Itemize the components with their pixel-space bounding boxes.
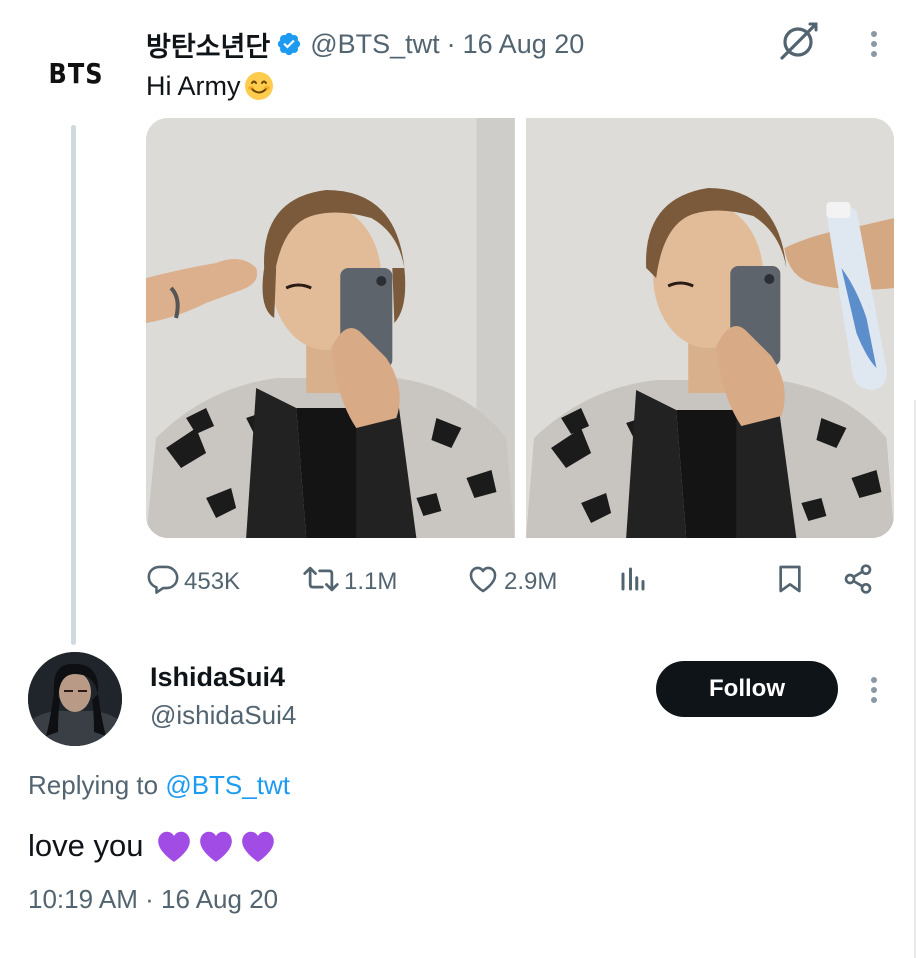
grok-icon[interactable] <box>776 18 822 64</box>
verified-badge-icon <box>276 31 302 57</box>
reply-text-content: love you <box>28 828 144 863</box>
tweet-display-name[interactable]: 방탄소년단 <box>146 25 270 64</box>
scrollbar-track[interactable] <box>914 400 916 958</box>
tweet-photo-2[interactable] <box>525 118 894 538</box>
share-action[interactable] <box>842 560 874 604</box>
reply-count: 453K <box>184 568 241 595</box>
replying-to: Replying to @BTS_twt <box>28 770 290 801</box>
reply-text: love you <box>28 824 277 868</box>
purple-heart-icon <box>158 831 191 862</box>
thread-line <box>71 125 76 645</box>
reply-date: 16 Aug 20 <box>161 884 279 914</box>
reply-icon <box>146 562 180 603</box>
reply-display-name[interactable]: IshidaSui4 <box>150 662 285 693</box>
reply-handle[interactable]: @ishidaSui4 <box>150 700 296 731</box>
tweet-text-content: Hi Army <box>146 70 241 101</box>
author-logo[interactable]: BTS <box>49 53 103 94</box>
tweet-photo-1[interactable] <box>146 118 515 538</box>
separator-dot: · <box>446 28 456 59</box>
separator-dot: · <box>145 884 154 914</box>
views-action[interactable] <box>618 560 648 604</box>
replying-mention-link[interactable]: @BTS_twt <box>165 770 290 800</box>
share-icon <box>842 562 874 603</box>
replying-prefix: Replying to <box>28 770 159 800</box>
tweet-actions: 453K 1.1M 2.9M <box>146 560 886 604</box>
bookmark-icon <box>774 562 806 603</box>
tweet-handle[interactable]: @BTS_twt <box>310 29 439 60</box>
more-icon[interactable] <box>862 24 886 64</box>
reply-more-icon[interactable] <box>862 670 886 710</box>
like-icon <box>466 562 500 603</box>
retweet-action[interactable]: 1.1M <box>302 560 397 604</box>
retweet-count: 1.1M <box>344 568 398 595</box>
purple-heart-icon <box>200 831 233 862</box>
tweet-text: Hi Army <box>146 68 275 104</box>
reply-action[interactable]: 453K <box>146 560 240 604</box>
smiling-face-emoji-icon <box>243 70 275 102</box>
follow-button[interactable]: Follow <box>656 661 838 717</box>
tweet-header: 방탄소년단 @BTS_twt · 16 Aug 20 <box>146 24 584 64</box>
avatar[interactable] <box>28 652 122 746</box>
retweet-icon <box>302 562 340 603</box>
purple-heart-icon <box>242 831 275 862</box>
like-action[interactable]: 2.9M <box>466 560 557 604</box>
tweet-date[interactable]: 16 Aug 20 <box>463 29 585 60</box>
views-icon <box>618 564 648 601</box>
like-count: 2.9M <box>504 568 558 595</box>
reply-time: 10:19 AM <box>28 884 138 914</box>
tweet-media <box>146 118 894 538</box>
bookmark-action[interactable] <box>774 560 806 604</box>
reply-timestamp[interactable]: 10:19 AM · 16 Aug 20 <box>28 884 278 915</box>
heart-emojis <box>155 828 277 864</box>
